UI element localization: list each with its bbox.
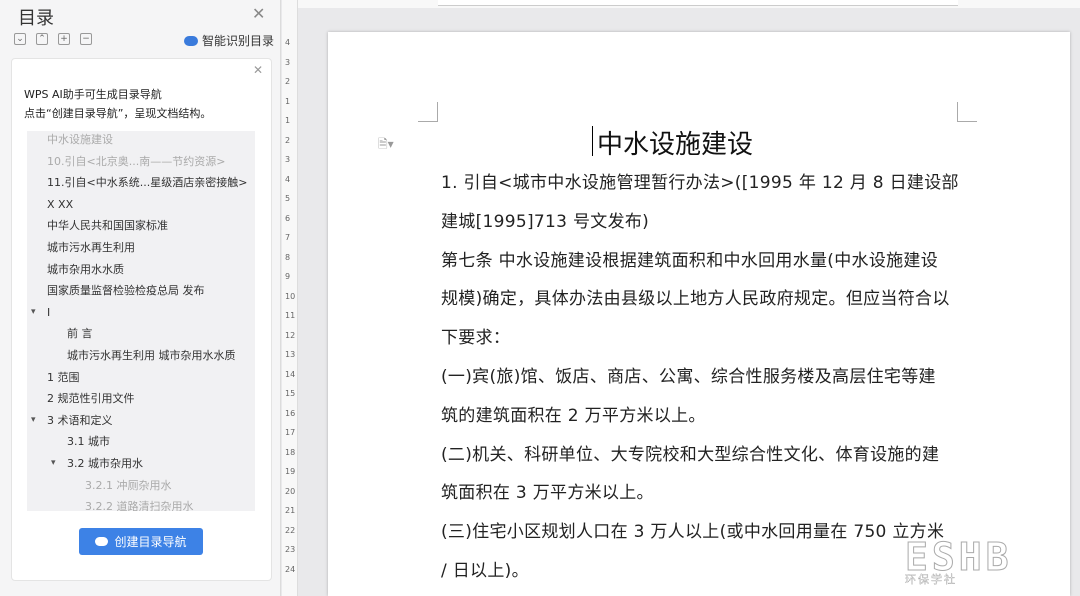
ruler-tick-label: 21: [285, 506, 296, 515]
chevron-down-icon[interactable]: ▾: [31, 307, 36, 317]
ruler-tick-label: 23: [285, 545, 296, 554]
ruler-tick-label: 4: [285, 174, 291, 184]
expand-all-icon[interactable]: ⌄: [14, 33, 26, 45]
ruler-tick-label: 12: [285, 330, 296, 340]
text-cursor: [592, 126, 593, 156]
add-level-icon[interactable]: +: [58, 33, 70, 45]
ruler-tick-label: 17: [285, 428, 296, 437]
toc-panel: 目录 ✕ ⌄ ⌃ + − 智能识别目录 ✕ WPS AI助手可生成目录导航 点击…: [0, 0, 281, 596]
ruler-tick-label: 15: [285, 389, 296, 398]
document-line[interactable]: (一)宾(旅)馆、饭店、商店、公寓、综合性服务楼及高层住宅等建: [441, 362, 936, 387]
ruler-tick-label: 24: [285, 564, 296, 574]
ruler-tick-label: 22: [285, 525, 296, 535]
vertical-ruler[interactable]: 4 3 2 1 1 2 3 4 5 6 7 8 9 10 11 12 13 14 15 16 17 18 19 20 21 22 2…: [282, 0, 298, 596]
watermark-logo: ESHB 环保学社: [905, 535, 1013, 587]
hint-line-1: WPS AI助手可生成目录导航: [24, 88, 162, 101]
card-close-icon[interactable]: ✕: [253, 63, 263, 77]
document-line[interactable]: (三)住宅小区规划人口在 3 万人以上(或中水回用量在 750 立方米: [441, 517, 944, 542]
document-line[interactable]: / 日以上)。: [441, 556, 529, 581]
collapse-all-icon[interactable]: ⌃: [36, 33, 48, 45]
hint-line-2: 点击“创建目录导航”，呈现文档结构。: [24, 107, 212, 120]
toc-item[interactable]: 1 范围: [47, 368, 80, 388]
margin-mark: [957, 102, 977, 122]
chevron-down-icon[interactable]: ▾: [51, 458, 56, 468]
document-line[interactable]: (二)机关、科研单位、大专院校和大型综合性文化、体育设施的建: [441, 440, 939, 465]
create-toc-button[interactable]: 创建目录导航: [79, 528, 203, 555]
document-line[interactable]: 规模)确定，具体办法由县级以上地方人民政府规定。但应当符合以: [441, 284, 950, 309]
ruler-tick-label: 5: [285, 194, 291, 203]
ruler-tick-label: 9: [285, 272, 291, 281]
toc-item[interactable]: X XX: [47, 195, 73, 215]
close-icon[interactable]: ✕: [252, 4, 265, 23]
ruler-tick-label: 7: [285, 233, 291, 242]
ruler-tick-label: 16: [285, 408, 296, 418]
document-line[interactable]: 筑的建筑面积在 2 万平方米以上。: [441, 401, 706, 426]
smart-toc-label: 智能识别目录: [202, 34, 275, 48]
remove-level-icon[interactable]: −: [80, 33, 92, 45]
toc-item[interactable]: I: [47, 303, 50, 323]
toc-item[interactable]: 3.2.2 道路清扫杂用水: [85, 497, 194, 511]
ruler-tick-label: 3: [285, 57, 291, 67]
ruler-tick-label: 19: [285, 467, 296, 476]
toc-title: 目录: [18, 8, 54, 29]
document-line[interactable]: 1. 引自<城市中水设施管理暂行办法>([1995 年 12 月 8 日建设部: [441, 168, 959, 193]
toc-item[interactable]: 2 规范性引用文件: [47, 389, 135, 409]
horizontal-ruler[interactable]: [298, 0, 1080, 8]
chevron-down-icon[interactable]: ▾: [31, 415, 36, 425]
ruler-tick-label: 11: [285, 311, 296, 320]
ruler-tick-label: 8: [285, 252, 291, 262]
margin-mark: [418, 102, 438, 122]
toc-item[interactable]: 3.2 城市杂用水: [67, 454, 143, 474]
toc-item[interactable]: 城市污水再生利用: [47, 238, 135, 258]
document-line[interactable]: 下要求：: [441, 323, 510, 348]
toc-item[interactable]: 3.1 城市: [67, 432, 110, 452]
smart-toc-button[interactable]: 智能识别目录: [184, 32, 274, 49]
toc-item[interactable]: 3.2.1 冲厕杂用水: [85, 476, 172, 496]
document-line[interactable]: 第七条 中水设施建设根据建筑面积和中水回用水量(中水设施建设: [441, 246, 938, 271]
ruler-tick-label: 2: [285, 77, 291, 86]
toc-item[interactable]: 城市杂用水水质: [47, 260, 124, 280]
document-line[interactable]: 建城[1995]713 号文发布): [441, 207, 649, 232]
ruler-tick-label: 20: [285, 486, 296, 496]
ai-icon: [95, 537, 109, 546]
toc-item[interactable]: 3 术语和定义: [47, 411, 113, 431]
ruler-tick-label: 13: [285, 350, 296, 359]
ruler-tick-label: 14: [285, 369, 296, 379]
ruler-tick-label: 10: [285, 291, 296, 301]
toc-item[interactable]: 前 言: [67, 324, 93, 344]
document-line[interactable]: 筑面积在 3 万平方米以上。: [441, 478, 654, 503]
toc-item[interactable]: 中华人民共和国国家标准: [47, 216, 168, 236]
ruler-tick-label: 18: [285, 447, 296, 457]
ruler-tick-label: 6: [285, 213, 291, 223]
create-toc-label: 创建目录导航: [114, 535, 187, 549]
toc-item[interactable]: 11.引自<中水系统...星级酒店亲密接触>: [47, 173, 247, 193]
ruler-tick-label: 4: [285, 38, 291, 47]
toc-item[interactable]: 国家质量监督检验检疫总局 发布: [47, 281, 205, 301]
app-window: 目录 ✕ ⌄ ⌃ + − 智能识别目录 ✕ WPS AI助手可生成目录导航 点击…: [0, 0, 1080, 596]
toc-item[interactable]: 城市污水再生利用 城市杂用水水质: [67, 346, 236, 366]
toc-list: 中水设施建设 10.引自<北京奥...南——节约资源> 11.引自<中水系统...星…: [27, 131, 255, 511]
ruler-tick-label: 1: [285, 96, 291, 106]
document-title[interactable]: 中水设施建设: [0, 124, 1080, 161]
ai-icon: [184, 35, 198, 46]
